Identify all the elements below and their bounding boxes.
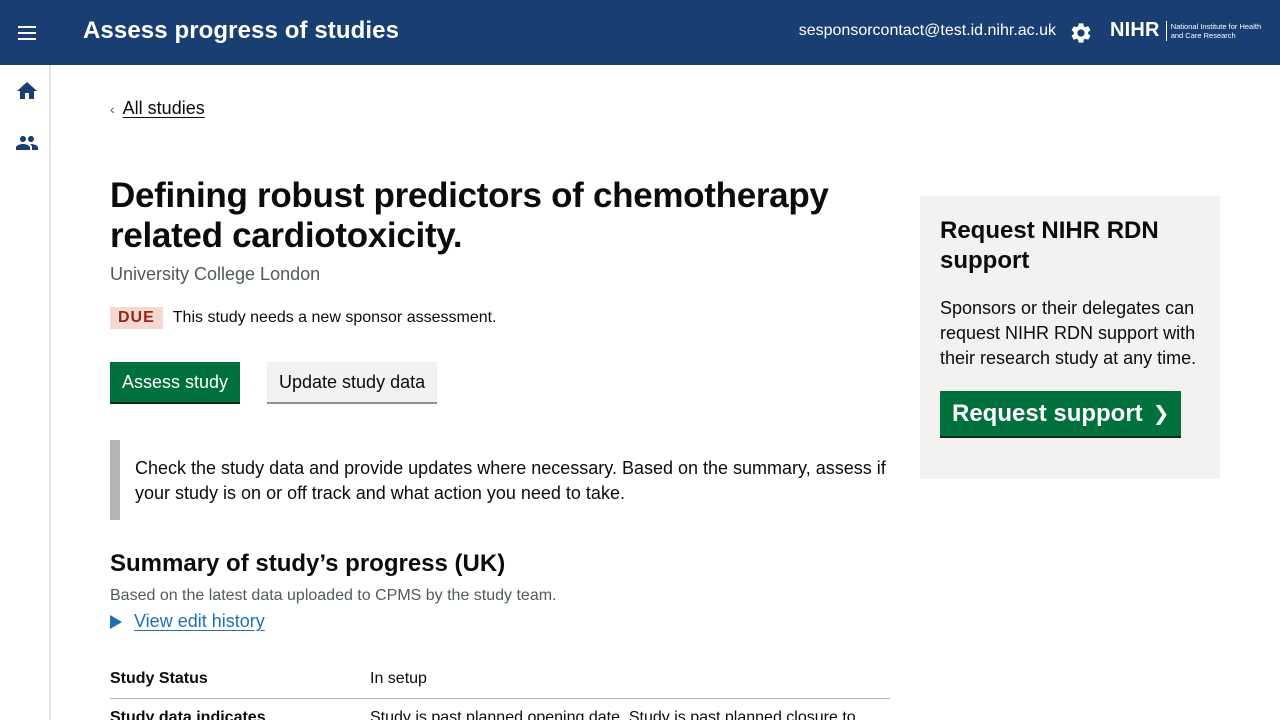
logo-divider bbox=[1165, 20, 1167, 41]
view-edit-history-label: View edit history bbox=[134, 611, 265, 631]
request-support-panel: Request NIHR RDN support Sponsors or the… bbox=[920, 196, 1220, 479]
home-icon[interactable] bbox=[15, 79, 39, 103]
users-icon[interactable] bbox=[15, 131, 39, 155]
update-study-data-button[interactable]: Update study data bbox=[267, 362, 438, 402]
nihr-logo: NIHR National Institute for Health and C… bbox=[1110, 19, 1271, 42]
study-title: Defining robust predictors of chemothera… bbox=[110, 176, 829, 255]
app-header: Assess progress of studies sesponsorcont… bbox=[0, 0, 1280, 65]
app-title: Assess progress of studies bbox=[83, 17, 400, 44]
status-row: DUE This study needs a new sponsor asses… bbox=[110, 307, 497, 329]
back-link-label: All studies bbox=[122, 98, 205, 118]
logo-main: NIHR bbox=[1110, 19, 1160, 41]
status-message: This study needs a new sponsor assessmen… bbox=[172, 309, 497, 326]
view-edit-history-toggle[interactable]: View edit history bbox=[110, 611, 265, 632]
chevron-right-icon: ❯ bbox=[1152, 403, 1170, 425]
logo-subtitle: National Institute for Health and Care R… bbox=[1170, 21, 1262, 40]
chevron-left-icon: ‹ bbox=[110, 100, 115, 117]
request-support-button[interactable]: Request support ❯ bbox=[940, 391, 1182, 436]
summary-key: Study Status bbox=[110, 670, 208, 687]
summary-heading: Summary of study’s progress (UK) bbox=[110, 550, 506, 577]
user-email: sesponsorcontact@test.id.nihr.ac.uk bbox=[798, 22, 1056, 39]
status-badge: DUE bbox=[110, 307, 163, 329]
panel-text: Sponsors or their delegates can request … bbox=[940, 298, 1197, 368]
study-organisation: University College London bbox=[110, 264, 321, 284]
summary-subheading: Based on the latest data uploaded to CPM… bbox=[110, 587, 557, 604]
assess-study-button[interactable]: Assess study bbox=[110, 362, 241, 402]
gear-icon[interactable] bbox=[1069, 21, 1093, 45]
summary-value: In setup bbox=[370, 670, 427, 687]
summary-row: Study Status In setup bbox=[110, 660, 890, 699]
summary-row: Study data indicates Study is past plann… bbox=[110, 699, 890, 720]
inset-text: Check the study data and provide updates… bbox=[110, 440, 890, 520]
request-support-label: Request support bbox=[952, 399, 1143, 427]
summary-value: Study is past planned opening date. Stud… bbox=[370, 709, 856, 720]
menu-icon[interactable] bbox=[14, 20, 40, 46]
back-link-all-studies[interactable]: ‹ All studies bbox=[110, 98, 205, 119]
summary-list: Study Status In setup Study data indicat… bbox=[110, 660, 890, 720]
panel-title: Request NIHR RDN support bbox=[940, 217, 1159, 274]
triangle-right-icon bbox=[110, 614, 122, 629]
summary-key: Study data indicates bbox=[110, 709, 266, 720]
side-nav bbox=[0, 65, 51, 720]
